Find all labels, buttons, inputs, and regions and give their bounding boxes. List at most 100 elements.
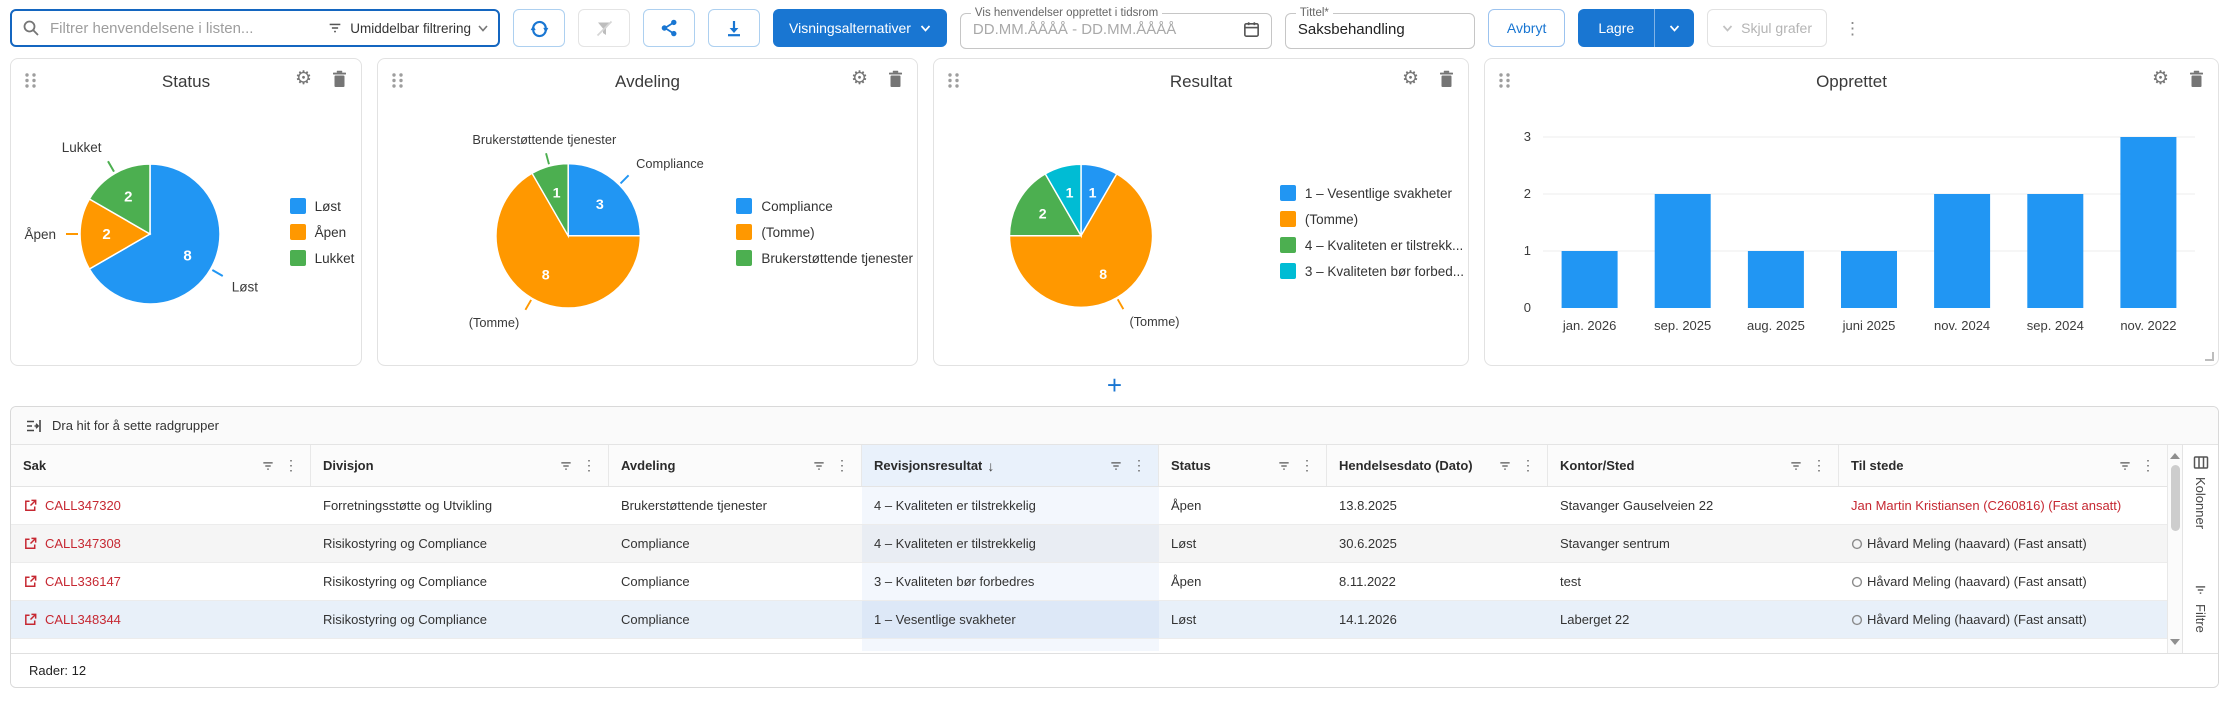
chart-delete-icon[interactable]: [332, 70, 347, 88]
tab-kolonner[interactable]: Kolonner: [2193, 455, 2209, 529]
search-box[interactable]: Umiddelbar filtrering: [10, 9, 500, 47]
column-header-status[interactable]: Status ⋮: [1159, 445, 1327, 486]
legend-item[interactable]: Brukerstøttende tjenester: [736, 250, 913, 266]
column-filter-icon[interactable]: [812, 459, 826, 473]
column-menu-icon[interactable]: ⋮: [1132, 457, 1146, 474]
chart-settings-icon[interactable]: ⚙: [2152, 69, 2169, 88]
legend-item[interactable]: Løst: [289, 198, 355, 214]
bar[interactable]: [1747, 251, 1804, 308]
chart-settings-icon[interactable]: ⚙: [1402, 69, 1419, 88]
chart-delete-icon[interactable]: [888, 70, 903, 88]
legend-item[interactable]: (Tomme): [736, 224, 913, 240]
chart-settings-icon[interactable]: ⚙: [295, 69, 312, 88]
column-filter-icon[interactable]: [261, 459, 275, 473]
column-filter-icon[interactable]: [559, 459, 573, 473]
pie-chart: 3 Compliance 8 (Tomme) 1 Brukerstøttende tjen…: [469, 132, 704, 330]
title-field[interactable]: Tittel*: [1284, 7, 1475, 49]
clear-filter-button[interactable]: [578, 9, 630, 47]
share-button[interactable]: [643, 9, 695, 47]
calendar-button[interactable]: [1242, 20, 1261, 39]
chart-settings-icon[interactable]: ⚙: [851, 69, 868, 88]
legend-item[interactable]: Åpen: [289, 224, 355, 240]
column-header-tilstede[interactable]: Til stede ⋮: [1839, 445, 2167, 486]
hide-charts-button[interactable]: Skjul grafer: [1707, 9, 1827, 47]
pie-slice[interactable]: [567, 162, 642, 237]
slice-value: 1: [1089, 185, 1097, 201]
bar[interactable]: [1561, 251, 1618, 308]
column-filter-icon[interactable]: [1109, 459, 1123, 473]
chart-panel-resultat: Resultat ⚙ 1 8 (Tomme) 2 1 1 – Vesentlige svakh…: [933, 58, 1469, 366]
bar[interactable]: [1933, 194, 1990, 308]
panel-resize-handle[interactable]: [2205, 352, 2214, 361]
case-id: CALL347308: [45, 536, 121, 551]
case-link[interactable]: CALL336147: [23, 574, 121, 589]
case-link[interactable]: CALL348344: [23, 612, 121, 627]
vertical-scrollbar[interactable]: [2167, 445, 2182, 653]
column-menu-icon[interactable]: ⋮: [582, 457, 596, 474]
cancel-button[interactable]: Avbryt: [1487, 9, 1566, 47]
chart-title: Opprettet: [1816, 72, 1887, 91]
cell-dato: 8.11.2022: [1339, 574, 1396, 589]
bar[interactable]: [2026, 194, 2083, 308]
column-header-resultat[interactable]: Revisjonsresultat ↓ ⋮: [862, 445, 1159, 486]
legend-item[interactable]: 1 – Vesentlige svakheter: [1279, 185, 1464, 201]
case-id: CALL347320: [45, 498, 121, 513]
bar[interactable]: [2119, 137, 2176, 308]
column-label: Kontor/Sted: [1560, 458, 1635, 473]
search-input[interactable]: [48, 18, 320, 38]
refresh-button[interactable]: [513, 9, 565, 47]
column-header-kontor[interactable]: Kontor/Sted ⋮: [1548, 445, 1839, 486]
legend-item[interactable]: Lukket: [289, 250, 354, 266]
legend-label: Åpen: [314, 224, 347, 240]
column-header-sak[interactable]: Sak ⋮: [11, 445, 311, 486]
column-filter-icon[interactable]: [1277, 459, 1291, 473]
view-options-button[interactable]: Visningsalternativer: [773, 9, 947, 47]
legend-label: Løst: [314, 198, 341, 214]
column-header-dato[interactable]: Hendelsesdato (Dato) ⋮: [1327, 445, 1548, 486]
legend-item[interactable]: 3 – Kvaliteten bør forbed...: [1279, 263, 1464, 279]
slice-value: 2: [102, 226, 110, 243]
bar[interactable]: [1840, 251, 1897, 308]
download-button[interactable]: [708, 9, 760, 47]
bar[interactable]: [1654, 194, 1711, 308]
scroll-down-arrow[interactable]: [2170, 639, 2180, 650]
save-options-button[interactable]: [1654, 9, 1695, 47]
case-link[interactable]: CALL347320: [23, 498, 121, 513]
y-tick-label: 1: [1523, 243, 1530, 258]
column-menu-icon[interactable]: ⋮: [835, 457, 849, 474]
cell-dato: 13.8.2025: [1339, 498, 1397, 513]
scrollbar-thumb[interactable]: [2170, 465, 2180, 531]
column-menu-icon[interactable]: ⋮: [1300, 457, 1314, 474]
title-input[interactable]: [1295, 20, 1464, 39]
column-menu-icon[interactable]: ⋮: [2141, 457, 2155, 474]
add-chart-button[interactable]: +: [1097, 372, 1132, 398]
chart-delete-icon[interactable]: [1439, 70, 1454, 88]
x-tick-label: jan. 2026: [1561, 318, 1616, 333]
toolbar-more-button[interactable]: ⋮: [1840, 20, 1865, 37]
row-group-dropzone[interactable]: Dra hit for å sette radgrupper: [11, 407, 2218, 445]
column-header-avdeling[interactable]: Avdeling ⋮: [609, 445, 862, 486]
legend-item[interactable]: Compliance: [736, 198, 913, 214]
legend-item[interactable]: 4 – Kvaliteten er tilstrekk...: [1279, 237, 1464, 253]
table-row[interactable]: CALL347308 Risikostyring og Compliance Com…: [11, 525, 2167, 563]
scroll-up-arrow[interactable]: [2170, 448, 2180, 459]
date-range-field[interactable]: Vis henvendelser opprettet i tidsrom: [959, 7, 1272, 49]
tab-filtre[interactable]: Filtre: [2193, 583, 2208, 633]
column-header-divisjon[interactable]: Divisjon ⋮: [311, 445, 609, 486]
x-tick-label: aug. 2025: [1746, 318, 1804, 333]
column-menu-icon[interactable]: ⋮: [1812, 457, 1826, 474]
column-menu-icon[interactable]: ⋮: [1521, 457, 1535, 474]
column-menu-icon[interactable]: ⋮: [284, 457, 298, 474]
case-link[interactable]: CALL347308: [23, 536, 121, 551]
legend-item[interactable]: (Tomme): [1279, 211, 1464, 227]
column-filter-icon[interactable]: [1498, 459, 1512, 473]
table-row[interactable]: CALL336147 Risikostyring og Compliance Com…: [11, 563, 2167, 601]
column-filter-icon[interactable]: [2118, 459, 2132, 473]
date-range-input[interactable]: [970, 20, 1234, 39]
save-button[interactable]: Lagre: [1578, 9, 1655, 47]
table-row[interactable]: CALL348344 Risikostyring og Compliance Com…: [11, 601, 2167, 639]
column-filter-icon[interactable]: [1789, 459, 1803, 473]
chart-delete-icon[interactable]: [2189, 70, 2204, 88]
filter-mode-dropdown[interactable]: Umiddelbar filtrering: [327, 20, 488, 36]
table-row[interactable]: CALL347320 Forretningsstøtte og Utvikling…: [11, 487, 2167, 525]
